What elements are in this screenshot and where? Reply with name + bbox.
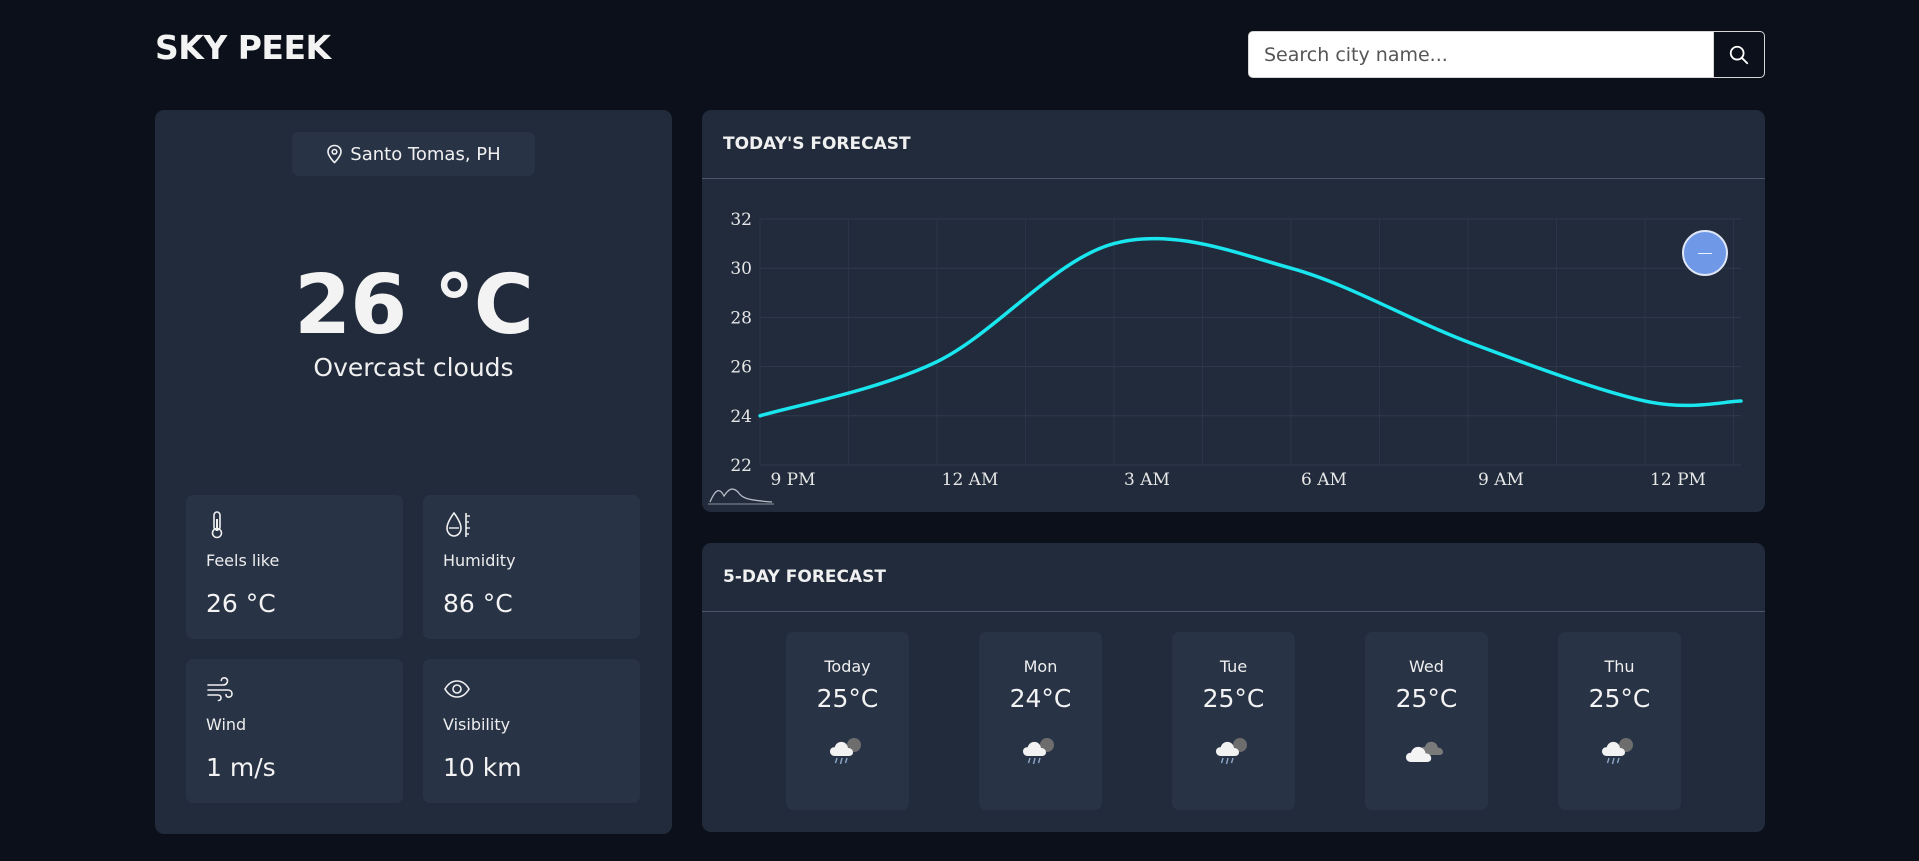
forecast-day: Tue 25°C xyxy=(1172,632,1295,810)
rain-cloud-icon xyxy=(1215,738,1247,765)
five-day-forecast-card: 5-DAY FORECAST Today 25°C Mon 24°C Tue 2… xyxy=(702,543,1765,832)
forecast-day: Wed 25°C xyxy=(1365,632,1488,810)
chart-area: 22 24 26 28 30 32 9 PM 12 AM 3 AM 6 AM 9 AM 12 PM xyxy=(702,180,1765,516)
search-bar xyxy=(1248,31,1765,78)
todays-forecast-title: TODAY'S FORECAST xyxy=(702,110,1765,179)
x-tick-label: 12 PM xyxy=(1650,470,1706,490)
stat-label: Visibility xyxy=(443,715,511,734)
search-button[interactable] xyxy=(1713,32,1764,77)
eye-icon xyxy=(444,680,470,698)
humidity-icon xyxy=(446,511,470,537)
forecast-day: Mon 24°C xyxy=(979,632,1102,810)
stat-value: 10 km xyxy=(443,753,522,782)
day-name: Wed xyxy=(1409,657,1444,676)
day-name: Tue xyxy=(1219,657,1248,676)
rain-cloud-icon xyxy=(1601,738,1633,765)
rain-cloud-icon xyxy=(1022,738,1054,765)
forecast-day: Today 25°C xyxy=(786,632,909,810)
current-condition: Overcast clouds xyxy=(313,353,514,382)
overcast-cloud-icon xyxy=(1405,741,1443,762)
location-badge: Santo Tomas, PH xyxy=(292,132,535,176)
map-pin-icon xyxy=(327,144,343,164)
chart-navigator-icon xyxy=(709,488,773,503)
stat-label: Humidity xyxy=(443,551,516,570)
x-tick-label: 9 PM xyxy=(770,470,815,490)
thermometer-icon xyxy=(211,511,223,539)
stat-value: 1 m/s xyxy=(206,753,276,782)
stat-value: 26 °C xyxy=(206,589,276,618)
x-tick-label: 6 AM xyxy=(1301,470,1347,490)
day-name: Thu xyxy=(1604,657,1635,676)
temperature-series-line xyxy=(758,236,1743,418)
app-logo: SKY PEEK xyxy=(155,28,331,67)
five-day-forecast-title: 5-DAY FORECAST xyxy=(702,543,1765,612)
stat-wind: Wind 1 m/s xyxy=(186,659,403,803)
location-name: Santo Tomas, PH xyxy=(350,143,501,165)
day-temp: 25°C xyxy=(1395,684,1458,713)
y-tick-label: 24 xyxy=(730,407,752,427)
temperature-chart: 22 24 26 28 30 32 9 PM 12 AM 3 AM 6 AM 9 AM 12 PM xyxy=(708,210,1743,505)
day-name: Today xyxy=(824,657,871,676)
day-temp: 25°C xyxy=(816,684,879,713)
x-tick-label: 3 AM xyxy=(1124,470,1170,490)
day-name: Mon xyxy=(1023,657,1058,676)
search-input[interactable] xyxy=(1249,32,1713,77)
day-temp: 24°C xyxy=(1009,684,1072,713)
y-tick-label: 22 xyxy=(730,456,752,476)
rain-cloud-icon xyxy=(829,738,861,765)
forecast-days: Today 25°C Mon 24°C Tue 25°C Wed 25°C Th… xyxy=(786,632,1681,810)
y-tick-label: 32 xyxy=(730,210,752,230)
current-temperature: 26 °C xyxy=(294,258,534,353)
stat-label: Feels like xyxy=(206,551,280,570)
day-temp: 25°C xyxy=(1588,684,1651,713)
todays-forecast-card: TODAY'S FORECAST 22 24 26 28 30 32 9 PM 12 AM 3 … xyxy=(702,110,1765,512)
chart-toggle-button[interactable] xyxy=(1682,230,1728,276)
search-icon xyxy=(1729,45,1749,64)
stat-feels-like: Feels like 26 °C xyxy=(186,495,403,639)
x-tick-label: 9 AM xyxy=(1478,470,1524,490)
current-weather-card: Santo Tomas, PH 26 °C Overcast clouds Fe… xyxy=(155,110,672,834)
y-tick-label: 28 xyxy=(730,308,752,328)
forecast-day: Thu 25°C xyxy=(1558,632,1681,810)
stat-label: Wind xyxy=(206,715,247,734)
day-temp: 25°C xyxy=(1202,684,1265,713)
wind-icon xyxy=(207,676,233,702)
x-tick-label: 12 AM xyxy=(942,470,999,490)
stat-visibility: Visibility 10 km xyxy=(423,659,640,803)
y-tick-label: 26 xyxy=(730,358,752,378)
y-tick-label: 30 xyxy=(730,259,752,279)
stat-value: 86 °C xyxy=(443,589,513,618)
stat-humidity: Humidity 86 °C xyxy=(423,495,640,639)
